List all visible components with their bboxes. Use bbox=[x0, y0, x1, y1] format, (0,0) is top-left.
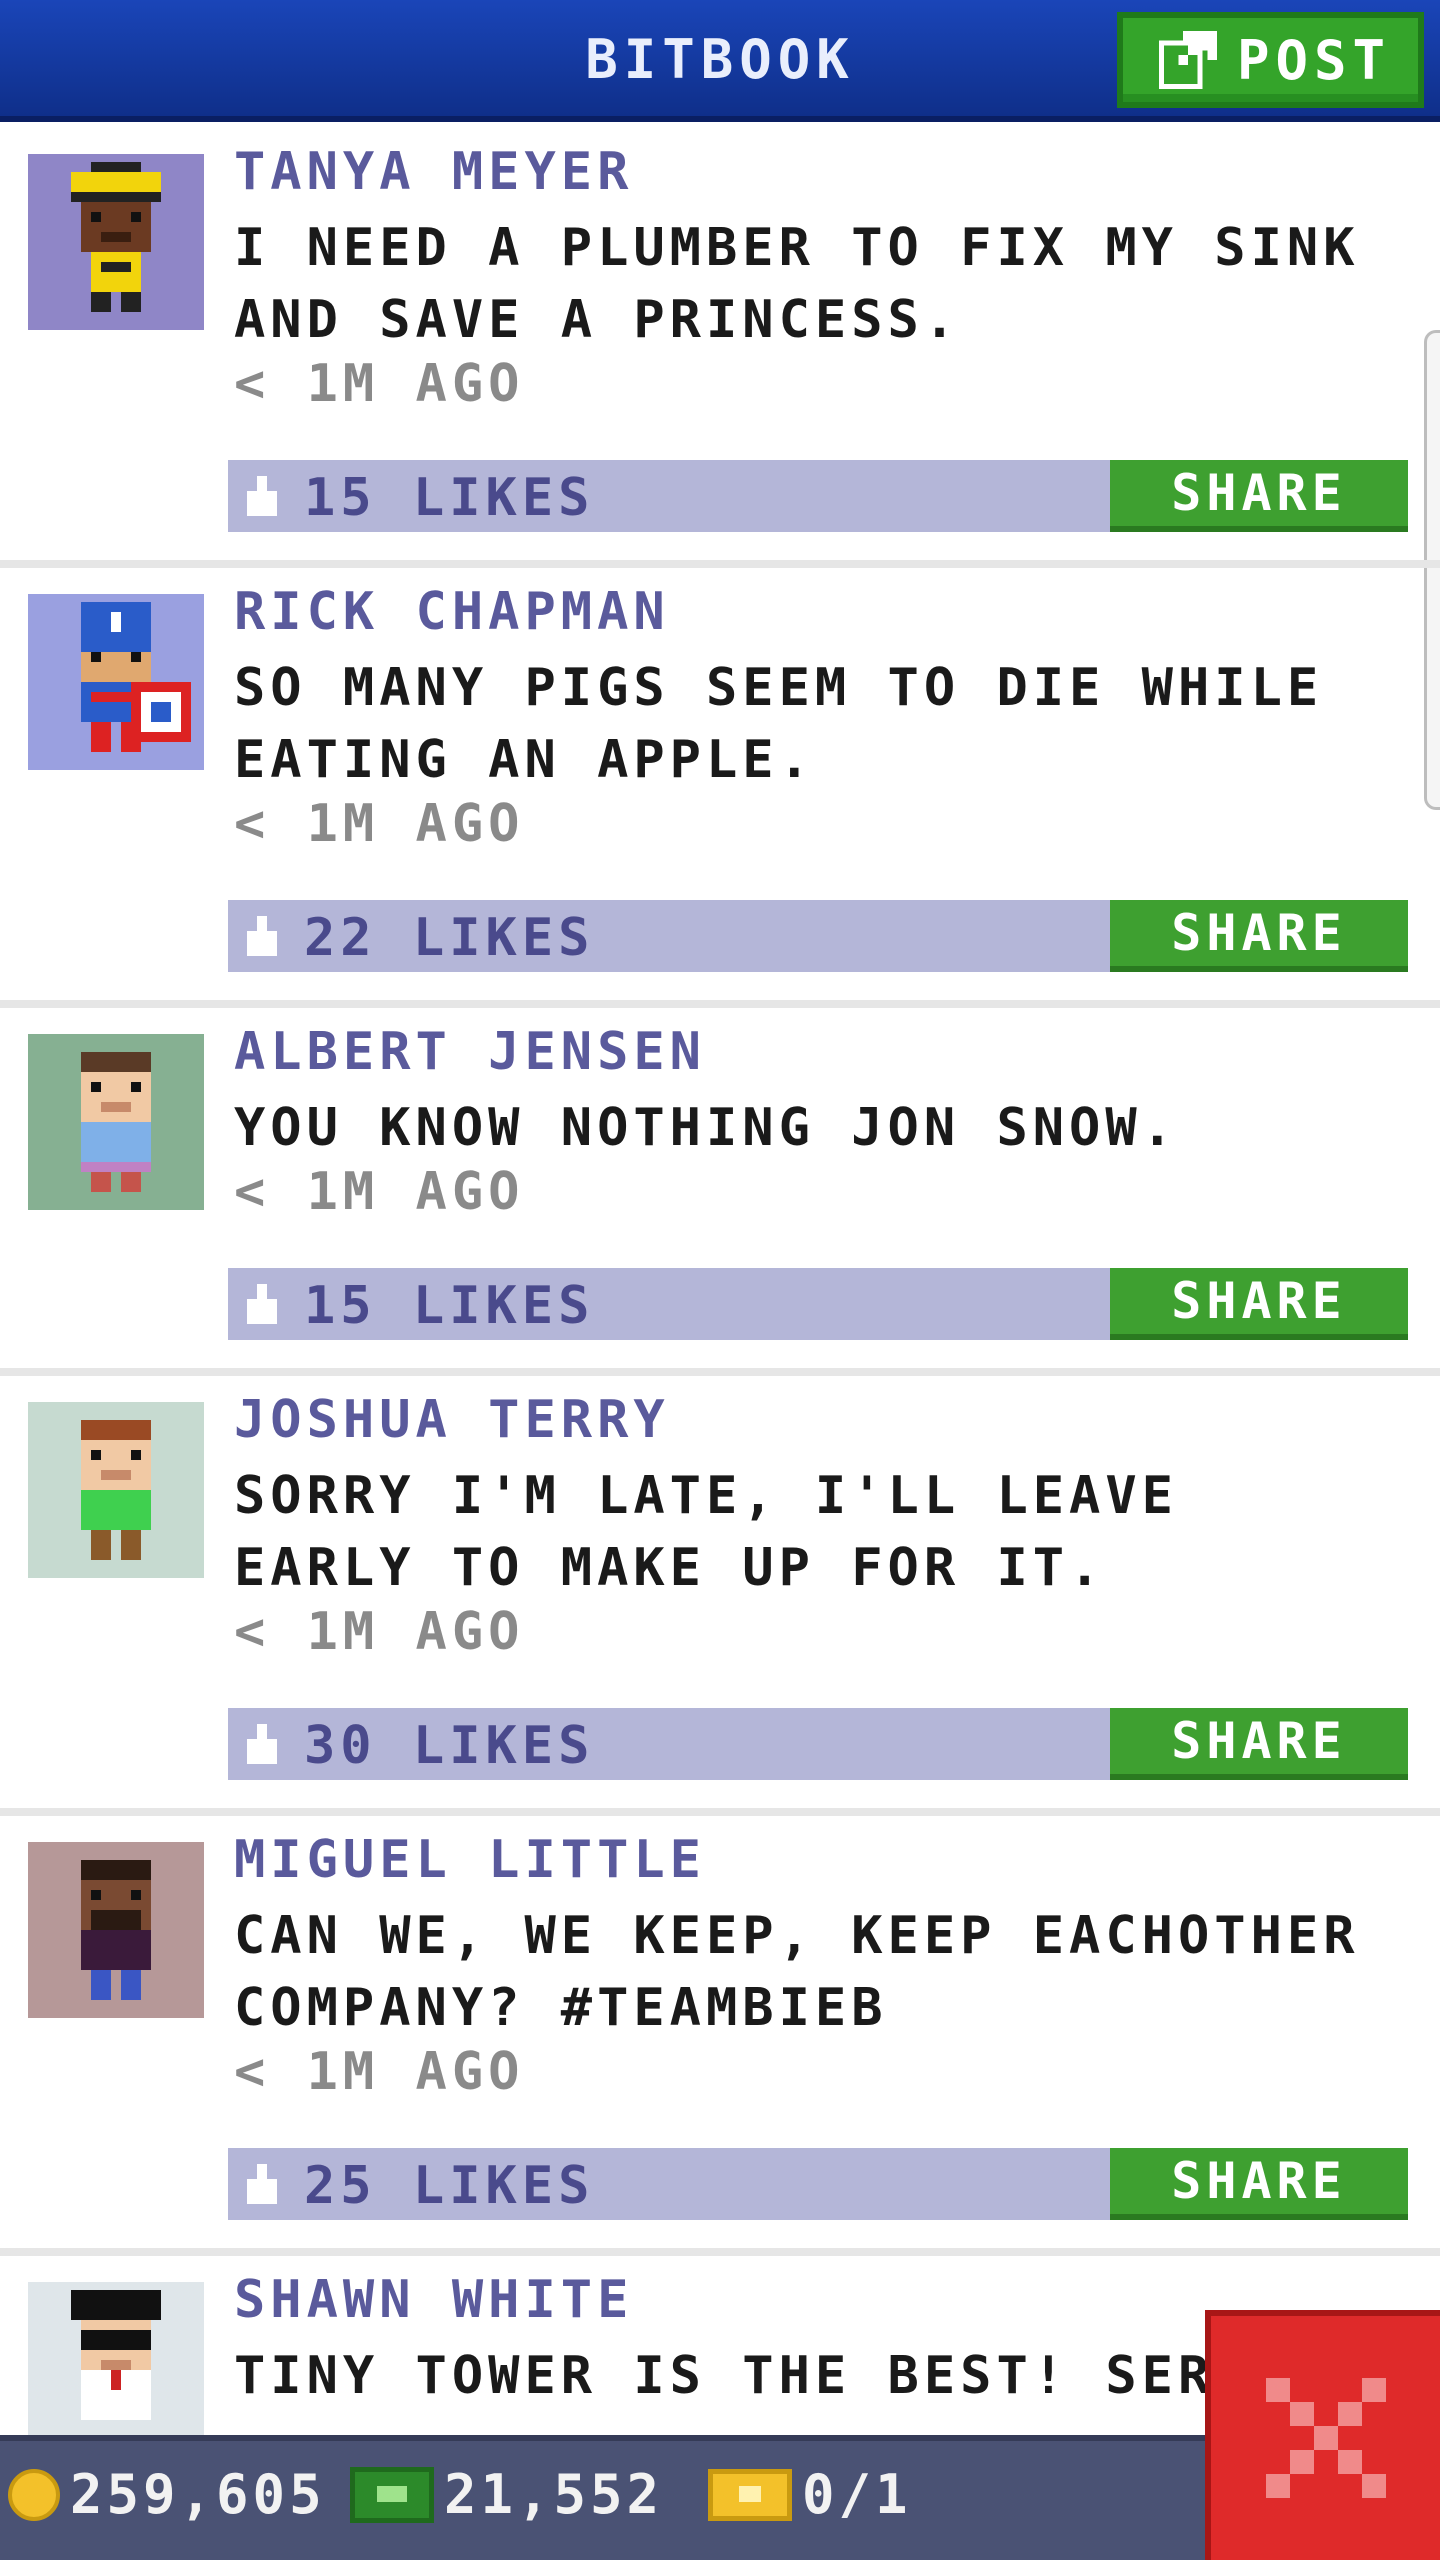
post-author[interactable]: MIGUEL LITTLE bbox=[234, 1830, 706, 1890]
bux-icon bbox=[350, 2466, 434, 2523]
vip-value: 0/1 bbox=[802, 2463, 912, 2526]
likes-count: 15 LIKES bbox=[304, 1276, 595, 1336]
post-author[interactable]: JOSHUA TERRY bbox=[234, 1390, 670, 1450]
post-author[interactable]: TANYA MEYER bbox=[234, 142, 633, 202]
likes-bar: 25 LIKES SHARE bbox=[228, 2148, 1408, 2220]
close-icon bbox=[1265, 2378, 1386, 2498]
post-text: I NEED A PLUMBER TO FIX MY SINK AND SAVE… bbox=[234, 218, 1360, 350]
post-author[interactable]: ALBERT JENSEN bbox=[234, 1022, 706, 1082]
thumbs-up-icon[interactable] bbox=[242, 2164, 282, 2204]
avatar[interactable] bbox=[28, 1842, 204, 2018]
close-button[interactable] bbox=[1205, 2310, 1440, 2560]
avatar[interactable] bbox=[28, 1402, 204, 1578]
feed-post: TANYA MEYER I NEED A PLUMBER TO FIX MY S… bbox=[0, 128, 1440, 568]
share-button[interactable]: SHARE bbox=[1110, 460, 1408, 532]
likes-bar: 15 LIKES SHARE bbox=[228, 1268, 1408, 1340]
post-author[interactable]: SHAWN WHITE bbox=[234, 2270, 633, 2330]
feed-post: MIGUEL LITTLE CAN WE, WE KEEP, KEEP EACH… bbox=[0, 1816, 1440, 2256]
app-header: BITBOOK POST bbox=[0, 0, 1440, 122]
post-timestamp: < 1M AGO bbox=[234, 794, 525, 854]
post-author[interactable]: RICK CHAPMAN bbox=[234, 582, 670, 642]
bux-value: 21,552 bbox=[444, 2463, 664, 2526]
post-text: SO MANY PIGS SEEM TO DIE WHILE EATING AN… bbox=[234, 658, 1324, 790]
avatar[interactable] bbox=[28, 154, 204, 330]
post-timestamp: < 1M AGO bbox=[234, 354, 525, 414]
feed-post: ALBERT JENSEN YOU KNOW NOTHING JON SNOW.… bbox=[0, 1008, 1440, 1376]
coins-value: 259,605 bbox=[70, 2463, 326, 2526]
likes-count: 22 LIKES bbox=[304, 908, 595, 968]
share-button[interactable]: SHARE bbox=[1110, 1708, 1408, 1780]
edit-icon bbox=[1159, 31, 1217, 89]
likes-count: 15 LIKES bbox=[304, 468, 595, 528]
thumbs-up-icon[interactable] bbox=[242, 476, 282, 516]
post-button-label: POST bbox=[1237, 28, 1392, 92]
likes-bar: 15 LIKES SHARE bbox=[228, 460, 1408, 532]
vip-ticket-icon bbox=[708, 2468, 792, 2521]
post-text: SORRY I'M LATE, I'LL LEAVE EARLY TO MAKE… bbox=[234, 1466, 1178, 1598]
post-timestamp: < 1M AGO bbox=[234, 2042, 525, 2102]
share-button[interactable]: SHARE bbox=[1110, 900, 1408, 972]
feed-list: TANYA MEYER I NEED A PLUMBER TO FIX MY S… bbox=[0, 128, 1440, 2556]
thumbs-up-icon[interactable] bbox=[242, 916, 282, 956]
feed-post: JOSHUA TERRY SORRY I'M LATE, I'LL LEAVE … bbox=[0, 1376, 1440, 1816]
share-button[interactable]: SHARE bbox=[1110, 2148, 1408, 2220]
post-timestamp: < 1M AGO bbox=[234, 1602, 525, 1662]
bux-stat[interactable]: 21,552 bbox=[350, 2463, 663, 2526]
likes-bar: 22 LIKES SHARE bbox=[228, 900, 1408, 972]
share-button[interactable]: SHARE bbox=[1110, 1268, 1408, 1340]
post-timestamp: < 1M AGO bbox=[234, 1162, 525, 1222]
post-button[interactable]: POST bbox=[1117, 12, 1424, 108]
thumbs-up-icon[interactable] bbox=[242, 1724, 282, 1764]
coin-icon bbox=[8, 2468, 60, 2521]
likes-count: 30 LIKES bbox=[304, 1716, 595, 1776]
feed-post: RICK CHAPMAN SO MANY PIGS SEEM TO DIE WH… bbox=[0, 568, 1440, 1008]
avatar[interactable] bbox=[28, 594, 204, 770]
likes-bar: 30 LIKES SHARE bbox=[228, 1708, 1408, 1780]
thumbs-up-icon[interactable] bbox=[242, 1284, 282, 1324]
vip-stat[interactable]: 0/1 bbox=[708, 2463, 912, 2526]
avatar[interactable] bbox=[28, 1034, 204, 1210]
coins-stat[interactable]: 259,605 bbox=[8, 2463, 326, 2526]
post-text: CAN WE, WE KEEP, KEEP EACHOTHER COMPANY?… bbox=[234, 1906, 1360, 2038]
avatar[interactable] bbox=[28, 2282, 204, 2458]
likes-count: 25 LIKES bbox=[304, 2156, 595, 2216]
post-text: YOU KNOW NOTHING JON SNOW. bbox=[234, 1098, 1178, 1158]
